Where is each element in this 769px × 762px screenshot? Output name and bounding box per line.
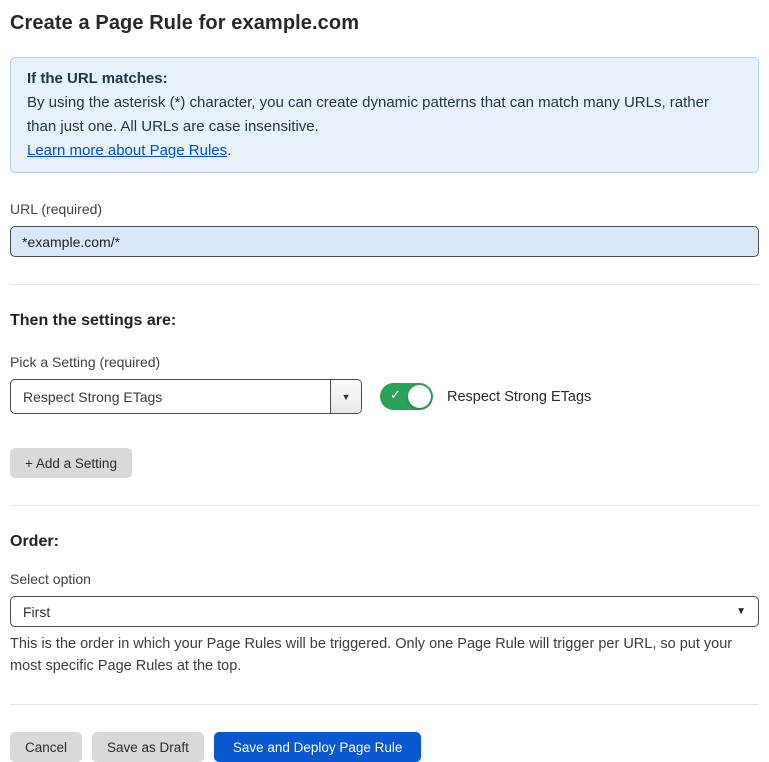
- order-section-heading: Order:: [10, 533, 759, 551]
- add-setting-wrap: + Add a Setting: [10, 448, 759, 478]
- learn-more-link[interactable]: Learn more about Page Rules: [27, 142, 227, 159]
- setting-select-value: Respect Strong ETags: [11, 389, 330, 405]
- setting-picker-label: Pick a Setting (required): [10, 354, 759, 370]
- setting-select[interactable]: Respect Strong ETags ▼: [10, 379, 362, 414]
- setting-select-caret-button[interactable]: ▼: [330, 380, 361, 413]
- footer-actions: Cancel Save as Draft Save and Deploy Pag…: [10, 732, 759, 762]
- divider: [10, 704, 759, 705]
- order-select-label: Select option: [10, 571, 759, 587]
- save-draft-button[interactable]: Save as Draft: [92, 732, 204, 762]
- setting-toggle[interactable]: ✓: [380, 383, 433, 410]
- order-select-value: First: [23, 604, 50, 620]
- add-setting-button[interactable]: + Add a Setting: [10, 448, 132, 478]
- setting-row: Respect Strong ETags ▼ ✓ Respect Strong …: [10, 379, 759, 414]
- chevron-down-icon: ▼: [736, 606, 746, 617]
- caret-down-icon: ▼: [342, 392, 351, 402]
- info-box-body: By using the asterisk (*) character, you…: [27, 91, 742, 139]
- url-input[interactable]: [10, 226, 759, 257]
- link-suffix: .: [227, 142, 231, 159]
- check-icon: ✓: [390, 388, 401, 401]
- cancel-button[interactable]: Cancel: [10, 732, 82, 762]
- url-label: URL (required): [10, 201, 759, 217]
- order-help-text: This is the order in which your Page Rul…: [10, 633, 759, 677]
- toggle-knob: [408, 385, 431, 408]
- info-box-heading: If the URL matches:: [27, 67, 742, 91]
- divider: [10, 284, 759, 285]
- url-match-info-box: If the URL matches: By using the asteris…: [10, 57, 759, 173]
- create-page-rule-form: Create a Page Rule for example.com If th…: [0, 0, 769, 762]
- info-box-link-line: Learn more about Page Rules.: [27, 139, 742, 163]
- order-select[interactable]: First ▼: [10, 596, 759, 627]
- page-title: Create a Page Rule for example.com: [10, 12, 759, 35]
- divider: [10, 505, 759, 506]
- settings-section-heading: Then the settings are:: [10, 312, 759, 330]
- save-deploy-button[interactable]: Save and Deploy Page Rule: [214, 732, 422, 762]
- setting-toggle-label: Respect Strong ETags: [447, 389, 591, 405]
